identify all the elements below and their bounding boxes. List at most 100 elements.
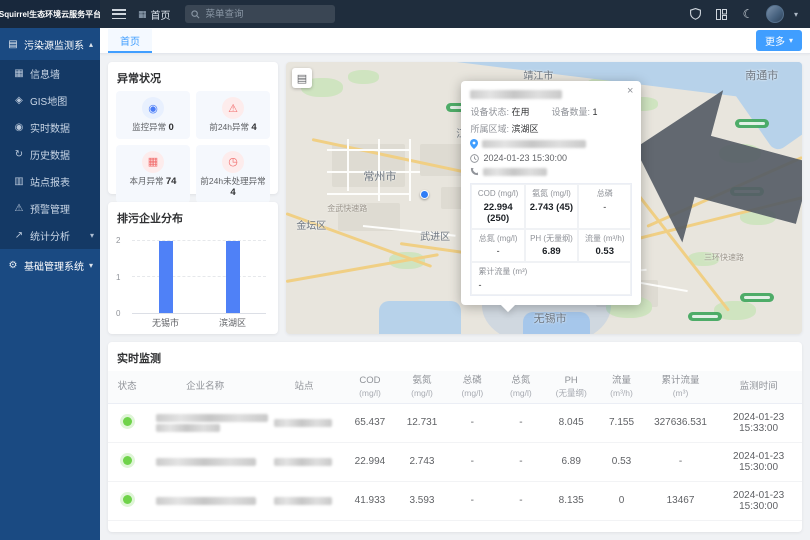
popup-metric: PH (无量纲)6.89 — [525, 229, 578, 263]
sidebar-item-stats-analysis[interactable]: ↗统计分析▾ — [0, 222, 100, 249]
popup-metric: COD (mg/l)22.994 (250) — [471, 184, 524, 229]
table-cell: 0 — [597, 481, 646, 520]
status-dot — [123, 495, 132, 504]
avatar[interactable] — [766, 5, 784, 23]
enterprise-distribution-card: 排污企业分布 210 无锡市滨湖区 — [108, 202, 278, 334]
sidebar-item-label: 统计分析 — [30, 228, 70, 243]
menu-search[interactable] — [185, 5, 335, 23]
search-icon — [191, 10, 200, 19]
top-bar: Squirrel生态环境云服务平台 ▦ 首页 ☾ ▾ — [0, 0, 810, 28]
chevron-down-icon: ▾ — [90, 231, 94, 240]
status-dot — [123, 456, 132, 465]
sidebar-item-label: 预警管理 — [30, 201, 70, 216]
map-city-label: 武进区 — [420, 228, 450, 243]
x-tick-label: 滨湖区 — [219, 316, 246, 330]
table-row[interactable]: 65.43712.731--8.0457.155327636.5312024-0… — [108, 403, 802, 442]
popup-metric: 氨氮 (mg/l)2.743 (45) — [525, 184, 578, 229]
table-cell: - — [646, 442, 715, 481]
popup-metric: 累计流量 (m³)- — [471, 262, 631, 295]
realtime-monitor-card: 实时监测 状态企业名称站点COD(mg/l)氨氮(mg/l)总磷(mg/l)总氮… — [108, 342, 802, 532]
map-road — [409, 139, 411, 201]
sidebar-item-realtime-data[interactable]: ◉实时数据 — [0, 114, 100, 141]
x-tick-label: 无锡市 — [152, 316, 179, 330]
sidebar-item-info-wall[interactable]: ▦信息墙 — [0, 60, 100, 87]
stat-label: 前24h未处理异常 4 — [199, 176, 267, 199]
sidebar-item-label: 站点报表 — [30, 174, 70, 189]
site-name-redacted — [264, 481, 344, 520]
stat-value: 0 — [169, 122, 174, 133]
tab-bar: 首页 更多 ▾ — [100, 28, 810, 54]
map-layers-control[interactable]: ▤ — [292, 68, 312, 88]
stat-value: 4 — [230, 187, 235, 198]
stat-label: 监控异常 0 — [132, 122, 174, 134]
monitor-time-cell: 2024-01-23 15:30:00 — [715, 481, 802, 520]
stat-tile[interactable]: ◷ 前24h未处理异常 4 — [196, 145, 270, 204]
chevron-down-icon[interactable]: ▾ — [794, 10, 798, 19]
close-icon[interactable]: × — [627, 86, 633, 97]
site-report-icon: ▥ — [13, 176, 25, 187]
station-marker[interactable] — [420, 190, 429, 199]
monitor-table: 状态企业名称站点COD(mg/l)氨氮(mg/l)总磷(mg/l)总氮(mg/l… — [108, 371, 802, 521]
table-cell: - — [448, 481, 497, 520]
table-column-header: 总氮(mg/l) — [497, 371, 546, 403]
tab-home[interactable]: 首页 — [108, 29, 152, 53]
warning-icon: ⚠ — [222, 97, 244, 119]
table-cell: - — [497, 442, 546, 481]
stat-tile[interactable]: ⚠前24h异常 4 — [196, 91, 270, 139]
table-cell: 13467 — [646, 481, 715, 520]
more-button[interactable]: 更多 ▾ — [756, 30, 802, 51]
abnormal-status-title: 异常状况 — [108, 62, 278, 91]
phone-icon — [470, 167, 479, 176]
sidebar-item-gis-map[interactable]: ◈GIS地图 — [0, 87, 100, 114]
sidebar-item-history-data[interactable]: ↻历史数据 — [0, 141, 100, 168]
table-cell: 12.731 — [396, 403, 448, 442]
table-cell: 22.994 — [344, 442, 396, 481]
search-input[interactable] — [204, 8, 329, 21]
stat-tile[interactable]: ▦本月异常 74 — [116, 145, 190, 204]
map-city-label: 常州市 — [363, 168, 396, 184]
sidebar-item-site-report[interactable]: ▥ 站点报表 — [0, 168, 100, 195]
table-cell: 8.045 — [545, 403, 597, 442]
table-cell: 7.155 — [597, 403, 646, 442]
table-cell: - — [497, 481, 546, 520]
map-road — [347, 139, 349, 191]
sidebar-item-alert-manage[interactable]: ⚠预警管理 — [0, 195, 100, 222]
table-column-header: COD(mg/l) — [344, 371, 396, 403]
table-row[interactable]: 41.9333.593--8.1350134672024-01-23 15:30… — [108, 481, 802, 520]
site-name-redacted — [264, 442, 344, 481]
popup-metric: 总磷- — [578, 184, 631, 229]
calendar-icon: ▦ — [142, 151, 164, 173]
scenic-area-label — [735, 119, 769, 128]
realtime-data-icon: ◉ — [13, 122, 25, 133]
hamburger-icon[interactable] — [112, 9, 126, 19]
map-city-label: 无锡市 — [534, 310, 567, 326]
bar-无锡市 — [159, 241, 173, 313]
clock-icon: ◷ — [222, 151, 244, 173]
table-column-header: 氨氮(mg/l) — [396, 371, 448, 403]
popup-metric: 总氮 (mg/l)- — [471, 229, 524, 263]
sidebar-section-monitor-system[interactable]: ▤污染源监测系统▴ — [0, 28, 100, 60]
stat-tile[interactable]: ◉监控异常 0 — [116, 91, 190, 139]
popup-metric: 流量 (m³/h)0.53 — [578, 229, 631, 263]
sidebar-item-label: GIS地图 — [30, 93, 67, 108]
map-green-area — [348, 70, 379, 84]
map-city-label: 南通市 — [745, 67, 778, 83]
breadcrumb[interactable]: ▦ 首页 — [138, 7, 171, 22]
sidebar-item-label: 历史数据 — [30, 147, 70, 162]
sidebar-item-label: 信息墙 — [30, 66, 60, 81]
layout-columns-icon[interactable] — [714, 6, 730, 22]
abnormal-status-card: 异常状况 ◉监控异常 0⚠前24h异常 4▦本月异常 74◷前24h未处理异常 … — [108, 62, 278, 194]
enterprise-name-redacted — [146, 481, 264, 520]
table-row[interactable]: 22.9942.743--6.890.53-2024-01-23 15:30:0… — [108, 442, 802, 481]
chevron-up-icon: ▴ — [89, 40, 93, 49]
status-dot — [123, 417, 132, 426]
gis-map[interactable]: 靖江市南通市常州市江阴市金坛区武进区无锡市三环快速路金武快速路沿江高速公路 ▤ … — [286, 62, 802, 334]
popup-field: 所属区域: 滨湖区 — [470, 122, 551, 135]
table-cell: 41.933 — [344, 481, 396, 520]
badge-icon[interactable] — [688, 6, 704, 22]
redacted-phone — [483, 168, 547, 176]
sidebar-section-base-system[interactable]: ⚙基础管理系统▾ — [0, 249, 100, 281]
popup-field: 设备状态: 在用 — [470, 105, 551, 118]
theme-toggle-icon[interactable]: ☾ — [740, 6, 756, 22]
popup-phone-row — [470, 167, 632, 176]
